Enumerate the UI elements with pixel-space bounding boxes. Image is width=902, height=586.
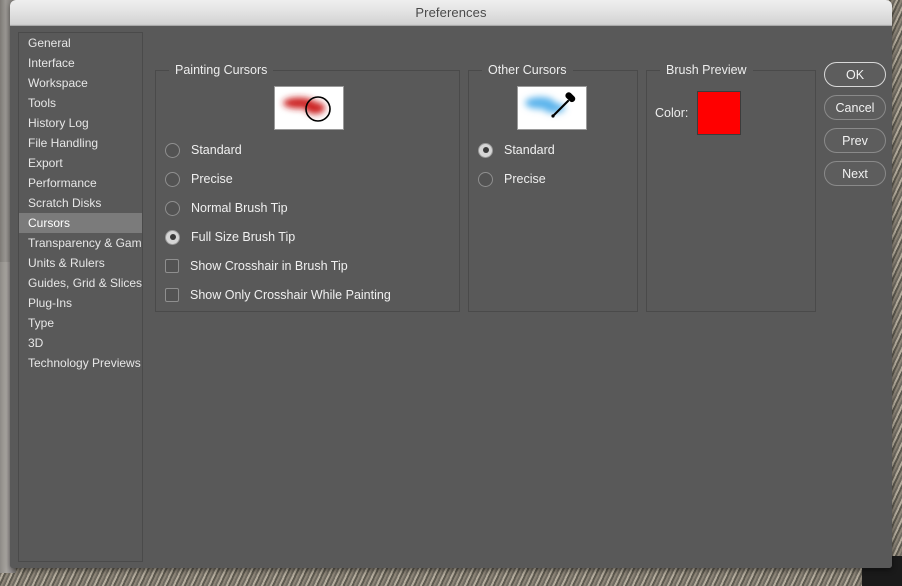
eyedropper-preview-icon [517,86,587,130]
painting-option-show-crosshair-in-brush-tip[interactable]: Show Crosshair in Brush Tip [165,257,348,275]
sidebar-item-tools[interactable]: Tools [19,93,142,113]
radio-precise-other[interactable] [478,171,493,187]
preferences-category-list[interactable]: General Interface Workspace Tools History Lo… [18,32,143,562]
brush-preview-group: Brush Preview Color: [646,63,816,312]
dialog-title: Preferences [415,5,487,20]
painting-cursors-title: Painting Cursors [169,63,274,77]
color-swatch-button[interactable] [697,91,742,135]
sidebar-item-general[interactable]: General [19,33,142,53]
painting-option-show-crosshair-in-brush-tip-label: Show Crosshair in Brush Tip [190,259,348,273]
painting-option-normal-brush-tip-label: Normal Brush Tip [191,201,288,215]
brush-stroke-preview-icon [274,86,344,130]
painting-option-full-size-brush-tip[interactable]: Full Size Brush Tip [165,228,295,246]
radio-precise-painting[interactable] [165,171,180,187]
other-cursors-group: Other Cursors Standard Precise [468,63,638,312]
dialog-button-column: OK Cancel Prev Next [824,62,886,194]
sidebar-item-interface[interactable]: Interface [19,53,142,73]
color-label: Color: [655,106,689,120]
sidebar-item-scratch-disks[interactable]: Scratch Disks [19,193,142,213]
sidebar-item-plug-ins[interactable]: Plug-Ins [19,293,142,313]
sidebar-item-export[interactable]: Export [19,153,142,173]
preferences-dialog: Preferences General Interface Workspace Too… [10,0,892,568]
sidebar-item-guides-grid-slices[interactable]: Guides, Grid & Slices [19,273,142,293]
other-cursors-title: Other Cursors [482,63,573,77]
painting-option-show-only-crosshair-while-painting[interactable]: Show Only Crosshair While Painting [165,286,391,304]
sidebar-item-units-rulers[interactable]: Units & Rulers [19,253,142,273]
sidebar-item-performance[interactable]: Performance [19,173,142,193]
other-option-standard-label: Standard [504,143,555,157]
painting-option-show-only-crosshair-while-painting-label: Show Only Crosshair While Painting [190,288,391,302]
radio-normal-brush-tip[interactable] [165,200,180,216]
sidebar-item-type[interactable]: Type [19,313,142,333]
sidebar-item-history-log[interactable]: History Log [19,113,142,133]
brush-preview-title: Brush Preview [660,63,753,77]
dialog-titlebar: Preferences [10,0,892,26]
other-option-precise-label: Precise [504,172,546,186]
dialog-body: General Interface Workspace Tools History Lo… [10,26,892,568]
painting-option-normal-brush-tip[interactable]: Normal Brush Tip [165,199,288,217]
cancel-button[interactable]: Cancel [824,95,886,120]
sidebar-item-file-handling[interactable]: File Handling [19,133,142,153]
painting-option-full-size-brush-tip-label: Full Size Brush Tip [191,230,296,244]
next-button[interactable]: Next [824,161,886,186]
prev-button[interactable]: Prev [824,128,886,153]
sidebar-item-cursors[interactable]: Cursors [19,213,142,233]
sidebar-item-transparency-gamut[interactable]: Transparency & Gamut [19,233,142,253]
other-option-precise[interactable]: Precise [478,170,546,188]
painting-option-standard[interactable]: Standard [165,141,242,159]
sidebar-item-3d[interactable]: 3D [19,333,142,353]
painting-option-precise-label: Precise [191,172,233,186]
sidebar-item-technology-previews[interactable]: Technology Previews [19,353,142,373]
ok-button[interactable]: OK [824,62,886,87]
painting-cursors-group: Painting Cursors Standard Precise Normal… [155,63,460,312]
radio-full-size-brush-tip[interactable] [165,229,180,245]
other-option-standard[interactable]: Standard [478,141,555,159]
radio-standard-other[interactable] [478,142,493,158]
checkbox-show-crosshair-in-brush-tip[interactable] [165,259,179,273]
radio-standard-painting[interactable] [165,142,180,158]
sidebar-item-workspace[interactable]: Workspace [19,73,142,93]
checkbox-show-only-crosshair-while-painting[interactable] [165,288,179,302]
painting-option-precise[interactable]: Precise [165,170,233,188]
painting-option-standard-label: Standard [191,143,242,157]
brush-preview-color-row: Color: [655,91,742,135]
